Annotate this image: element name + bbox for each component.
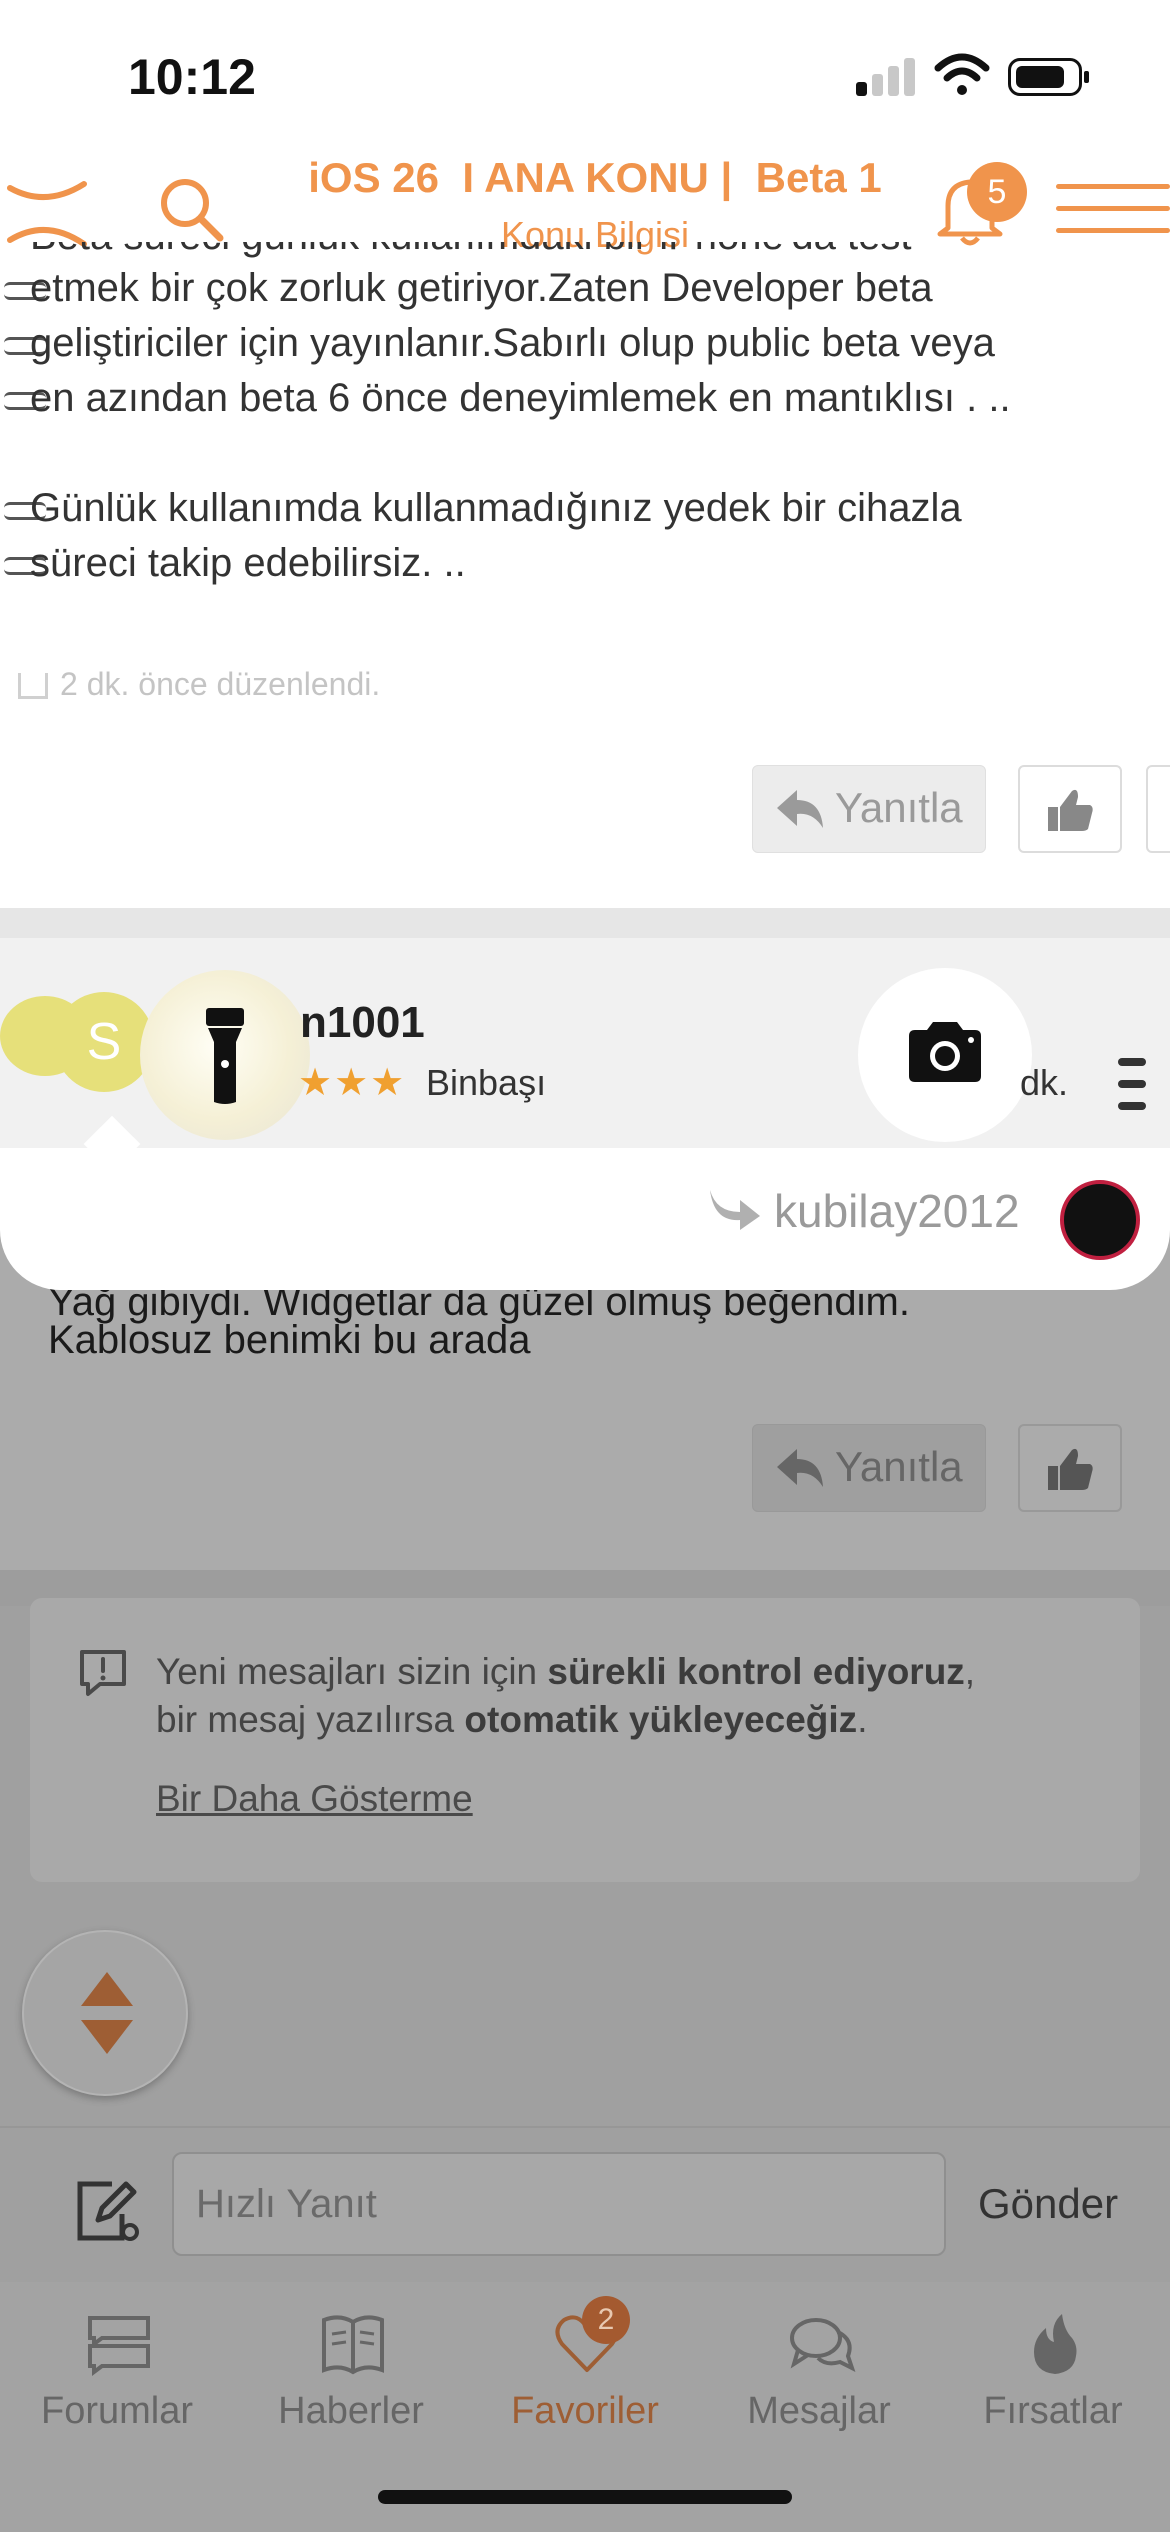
dont-show-again-link[interactable]: Bir Daha Gösterme: [156, 1778, 473, 1820]
like-button[interactable]: [1018, 765, 1122, 853]
alert-message-icon: [80, 1650, 126, 1696]
post-time: dk.: [1020, 1062, 1069, 1103]
post-line: Kablosuz benimki bu arada: [48, 1318, 531, 1362]
edit-history-icon: [18, 673, 48, 699]
flashlight-icon: [206, 1008, 244, 1104]
battery-icon: [1008, 58, 1089, 96]
avatar[interactable]: S: [54, 992, 154, 1092]
quoted-username[interactable]: kubilay2012: [774, 1184, 1020, 1238]
notification-badge: 5: [967, 162, 1027, 222]
post-line: Günlük kullanımda kullanmadığınız yedek …: [0, 482, 1170, 537]
tab-mesajlar[interactable]: Mesajlar: [702, 2282, 936, 2442]
compose-settings-icon[interactable]: [72, 2176, 144, 2246]
thumbs-up-icon: [1048, 789, 1093, 831]
post-divider: [0, 908, 1170, 938]
post-line: en azından beta 6 önce deneyimlemek en m…: [0, 372, 1170, 427]
close-icon[interactable]: [6, 178, 88, 248]
scroll-toggle-button[interactable]: [22, 1930, 188, 2096]
edited-note: 2 dk. önce düzenlendi.: [18, 666, 380, 703]
username[interactable]: n1001: [300, 998, 425, 1048]
wifi-icon: [934, 53, 990, 95]
send-button[interactable]: Gönder: [978, 2180, 1118, 2228]
menu-icon[interactable]: [1056, 180, 1170, 240]
post-line: Beta süreci günlük kullanımdaki bir iPho…: [0, 242, 1170, 262]
post-line: geliştiriciler için yayınlanır.Sabırlı o…: [0, 317, 1170, 372]
search-icon[interactable]: [156, 174, 226, 244]
reply-arrow-icon: [777, 790, 823, 828]
auto-refresh-notice: Yeni mesajları sizin için sürekli kontro…: [30, 1598, 1140, 1882]
camera-icon: [909, 1022, 981, 1082]
camera-button[interactable]: [858, 968, 1032, 1142]
sort-arrows-icon: [81, 1972, 133, 2054]
post-line: süreci takip edebilirsiz. ..: [0, 537, 1170, 592]
next-post-header: S n1001 ★★★ Binbaşı dk.: [0, 938, 1170, 1148]
notice-text: Yeni mesajları sizin için sürekli kontro…: [156, 1651, 976, 1740]
post-line: etmek bir çok zorluk getiriyor.Zaten Dev…: [0, 262, 1170, 317]
user-rank: Binbaşı: [426, 1062, 547, 1103]
quick-reply-input[interactable]: [172, 2152, 946, 2256]
status-time: 10:12: [128, 49, 256, 105]
rank-stars: ★★★: [298, 1062, 407, 1104]
chat-icon: [790, 2318, 856, 2372]
thread-title[interactable]: iOS 26 I ANA KONU | Beta 1: [270, 154, 920, 202]
next-post-content: Yağ gibiydi. Widgetlar da güzel olmuş be…: [0, 1280, 1170, 1570]
cellular-signal-icon: [856, 56, 916, 96]
reply-arrow-icon: [777, 1449, 823, 1487]
tab-firsatlar[interactable]: Fırsatlar: [936, 2282, 1170, 2442]
like-button-2[interactable]: [1018, 1424, 1122, 1512]
tab-forumlar[interactable]: Forumlar: [0, 2282, 234, 2442]
forums-icon: [88, 2316, 150, 2376]
lock-screen-overlay: 10:12 iOS 26 I ANA KONU | Beta 1 Konu Bi…: [0, 0, 1170, 1290]
news-icon: [322, 2315, 384, 2375]
favorites-badge: 2: [582, 2296, 630, 2344]
thumbs-up-icon: [1048, 1448, 1093, 1490]
reply-button[interactable]: Yanıtla: [752, 765, 986, 853]
more-actions-button[interactable]: [1146, 765, 1170, 853]
quoted-avatar[interactable]: [1060, 1180, 1140, 1260]
flashlight-button[interactable]: [140, 970, 310, 1140]
kebab-menu-icon[interactable]: [1118, 1056, 1148, 1116]
fire-icon: [1034, 2314, 1077, 2374]
post-content: Beta süreci günlük kullanımdaki bir iPho…: [0, 242, 1170, 592]
status-bar: 10:12: [0, 0, 1170, 150]
tab-haberler[interactable]: Haberler: [234, 2282, 468, 2442]
quick-reply-bar: Gönder: [0, 2126, 1170, 2282]
quote-arrow-icon: [710, 1190, 760, 1230]
reply-button-2[interactable]: Yanıtla: [752, 1424, 986, 1512]
home-indicator[interactable]: [378, 2490, 792, 2504]
